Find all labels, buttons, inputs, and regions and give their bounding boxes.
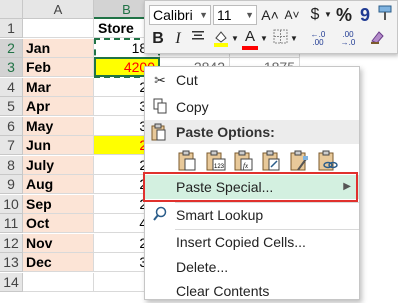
paste-values-icon[interactable]: 123 — [203, 149, 227, 173]
chevron-down-icon[interactable]: ▼ — [199, 6, 208, 24]
percent-label: % — [335, 5, 352, 25]
paste-icon[interactable] — [175, 149, 199, 173]
menu-item-smart-lookup[interactable]: Smart Lookup — [145, 203, 359, 227]
month-cell[interactable]: Jun — [23, 136, 94, 155]
bold-button[interactable]: B — [149, 29, 167, 49]
paste-transpose-icon[interactable] — [259, 149, 283, 173]
percent-button[interactable]: % — [335, 5, 353, 25]
month-cell[interactable]: July — [23, 156, 94, 175]
menu-item-label: Clear Contents — [176, 283, 270, 299]
currency-label: $ — [310, 6, 320, 23]
row-header[interactable]: 3 — [0, 58, 23, 77]
chevron-down-icon[interactable]: ▼ — [324, 5, 332, 25]
row-header[interactable]: 11 — [0, 214, 23, 233]
menu-item-label: Copy — [176, 99, 209, 115]
svg-text:fx: fx — [243, 162, 249, 170]
font-color-button[interactable]: A — [241, 27, 259, 50]
chevron-down-icon[interactable]: ▼ — [260, 29, 268, 49]
menu-item-label: Smart Lookup — [176, 207, 264, 223]
clear-format-icon[interactable] — [367, 29, 387, 51]
month-cell[interactable]: Jan — [23, 39, 94, 58]
month-cell[interactable]: Sep — [23, 195, 94, 214]
row-header[interactable]: 10 — [0, 195, 23, 214]
borders-icon[interactable] — [271, 29, 289, 50]
month-cell[interactable]: Oct — [23, 214, 94, 233]
format-painter-icon[interactable] — [376, 5, 394, 27]
column-header-a[interactable]: A — [23, 0, 94, 19]
paste-options-header: Paste Options: — [145, 120, 359, 144]
menu-item-label: Cut — [176, 72, 198, 88]
row-header[interactable]: 2 — [0, 39, 23, 58]
font-size-box[interactable]: 11 ▼ — [213, 5, 257, 25]
shrink-font-icon[interactable]: A˅ — [282, 5, 302, 25]
callout-highlight-box — [143, 172, 358, 202]
font-color-swatch — [242, 46, 258, 50]
month-cell[interactable]: Mar — [23, 78, 94, 97]
cell[interactable] — [23, 19, 94, 38]
menu-item-copy[interactable]: Copy — [145, 95, 359, 119]
increase-decimal-icon[interactable]: ←.0.00 — [305, 31, 331, 47]
scissors-icon: ✂ — [154, 72, 166, 88]
menu-item-insert-copied-cells[interactable]: Insert Copied Cells... — [145, 230, 359, 254]
menu-item-label: Delete... — [176, 259, 229, 275]
month-cell[interactable]: Nov — [23, 234, 94, 253]
row-header[interactable]: 7 — [0, 136, 23, 155]
month-cell[interactable]: May — [23, 117, 94, 136]
search-icon — [151, 206, 169, 224]
comma-label: 9 — [359, 5, 370, 25]
font-color-label: A — [244, 28, 255, 45]
font-size-value: 11 — [217, 7, 232, 23]
copy-icon — [151, 98, 169, 116]
row-header[interactable]: 5 — [0, 97, 23, 116]
grow-font-icon[interactable]: A˄ — [260, 5, 280, 25]
row-header[interactable]: 12 — [0, 234, 23, 253]
chevron-down-icon[interactable]: ▼ — [290, 29, 298, 49]
row-header[interactable]: 13 — [0, 253, 23, 272]
paste-formulas-icon[interactable]: fx — [231, 149, 255, 173]
align-center-icon[interactable] — [189, 29, 207, 49]
month-cell[interactable]: Apr — [23, 97, 94, 116]
row-header[interactable]: 6 — [0, 117, 23, 136]
paste-options-label: Paste Options: — [176, 124, 275, 140]
comma-style-button[interactable]: 9 — [357, 5, 373, 25]
menu-item-clear-contents[interactable]: Clear Contents — [145, 279, 359, 303]
chevron-down-icon[interactable]: ▼ — [245, 6, 254, 24]
menu-item-cut[interactable]: ✂ Cut — [145, 68, 359, 92]
currency-button[interactable]: $ — [306, 5, 324, 25]
menu-item-delete[interactable]: Delete... — [145, 255, 359, 279]
cell[interactable] — [23, 273, 94, 292]
decrease-decimal-icon[interactable]: .00 →.0 — [335, 31, 361, 47]
row-header[interactable]: 1 — [0, 19, 23, 38]
month-cell[interactable]: Feb — [23, 58, 94, 77]
menu-item-label: Insert Copied Cells... — [176, 234, 306, 250]
font-name-box[interactable]: Calibri ▼ — [149, 5, 211, 25]
font-name-value: Calibri — [153, 7, 193, 23]
svg-text:123: 123 — [214, 164, 225, 170]
row-header[interactable]: 4 — [0, 78, 23, 97]
paste-link-icon[interactable] — [315, 149, 339, 173]
chevron-down-icon[interactable]: ▼ — [231, 29, 239, 49]
month-cell[interactable]: Dec — [23, 253, 94, 272]
mini-toolbar: Calibri ▼ 11 ▼ A˄ A˅ $ ▼ % 9 B I ▼ A ▼ ▼… — [144, 0, 398, 54]
paste-formatting-icon[interactable] — [287, 149, 311, 173]
italic-button[interactable]: I — [169, 29, 187, 49]
select-all-corner[interactable] — [0, 0, 23, 19]
month-cell[interactable]: Aug — [23, 175, 94, 194]
clipboard-icon — [151, 123, 167, 148]
fill-color-icon[interactable] — [211, 29, 231, 53]
row-header[interactable]: 9 — [0, 175, 23, 194]
row-header[interactable]: 14 — [0, 273, 23, 292]
row-header[interactable]: 8 — [0, 156, 23, 175]
